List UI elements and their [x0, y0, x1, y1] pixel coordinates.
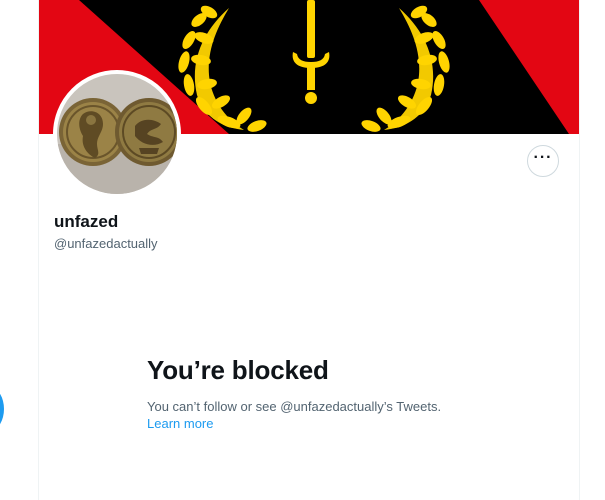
- more-horizontal-icon: ···: [533, 149, 553, 166]
- more-options-button[interactable]: ···: [527, 145, 559, 177]
- learn-more-link[interactable]: Learn more: [147, 415, 527, 432]
- profile-display-name: unfazed: [54, 212, 119, 231]
- blocked-notice: You’re blocked You can’t follow or see @…: [147, 355, 527, 432]
- blocked-title: You’re blocked: [147, 355, 329, 385]
- blocked-message: You can’t follow or see @unfazedactually…: [147, 399, 442, 414]
- bronze-coins-image-icon: [57, 74, 177, 194]
- profile-handle: @unfazedactually: [54, 236, 158, 251]
- compose-fab-edge[interactable]: [0, 388, 4, 430]
- profile-column: ··· unfazed @unfazedactually You’re bloc…: [38, 0, 580, 500]
- avatar[interactable]: [53, 70, 181, 198]
